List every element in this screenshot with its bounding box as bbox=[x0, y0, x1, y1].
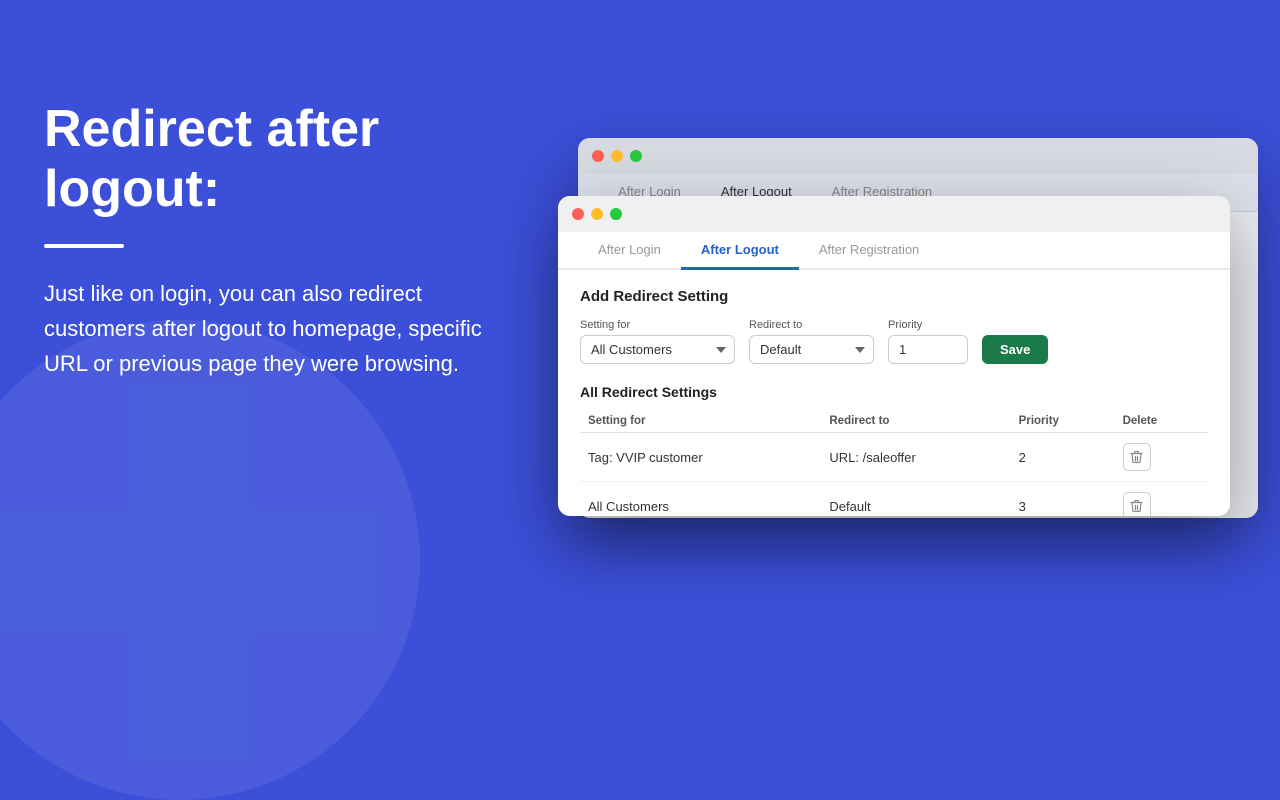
cell-setting-for: All Customers bbox=[580, 482, 821, 517]
redirect-to-select[interactable]: Default Homepage Previous Page Specific … bbox=[749, 335, 874, 364]
col-delete: Delete bbox=[1115, 410, 1208, 433]
redirect-to-group: Redirect to Default Homepage Previous Pa… bbox=[749, 319, 874, 364]
close-dot-back bbox=[592, 150, 604, 162]
table-header: Setting for Redirect to Priority Delete bbox=[580, 410, 1208, 433]
titlebar-back bbox=[578, 138, 1258, 174]
form-row: Setting for All Customers Tag: VVIP cust… bbox=[580, 319, 1208, 364]
titlebar-front bbox=[558, 196, 1230, 232]
cell-delete bbox=[1115, 482, 1208, 517]
divider bbox=[44, 244, 124, 248]
delete-button[interactable] bbox=[1123, 443, 1151, 471]
minimize-dot-back bbox=[611, 150, 623, 162]
add-redirect-title: Add Redirect Setting bbox=[580, 288, 1208, 305]
background-blob bbox=[0, 320, 420, 800]
window-content: Add Redirect Setting Setting for All Cus… bbox=[558, 270, 1230, 516]
cell-priority: 2 bbox=[1011, 433, 1115, 482]
all-settings-title: All Redirect Settings bbox=[580, 384, 1208, 400]
cell-redirect-to: URL: /saleoffer bbox=[821, 433, 1010, 482]
tab-after-login-front[interactable]: After Login bbox=[578, 232, 681, 270]
window-front: After Login After Logout After Registrat… bbox=[558, 196, 1230, 516]
setting-for-group: Setting for All Customers Tag: VVIP cust… bbox=[580, 319, 735, 364]
expand-dot-back bbox=[630, 150, 642, 162]
left-panel: Redirect after logout: Just like on logi… bbox=[44, 100, 484, 381]
description-text: Just like on login, you can also redirec… bbox=[44, 276, 484, 382]
tabs-front: After Login After Logout After Registrat… bbox=[558, 232, 1230, 270]
cell-priority: 3 bbox=[1011, 482, 1115, 517]
priority-label: Priority bbox=[888, 319, 968, 331]
tab-after-registration-front[interactable]: After Registration bbox=[799, 232, 939, 270]
page-title: Redirect after logout: bbox=[44, 100, 484, 220]
minimize-dot-front bbox=[591, 208, 603, 220]
delete-button[interactable] bbox=[1123, 492, 1151, 516]
table-body: Tag: VVIP customer URL: /saleoffer 2 All… bbox=[580, 433, 1208, 517]
col-setting-for: Setting for bbox=[580, 410, 821, 433]
tab-after-logout-front[interactable]: After Logout bbox=[681, 232, 799, 270]
save-button[interactable]: Save bbox=[982, 335, 1048, 364]
redirect-settings-table: Setting for Redirect to Priority Delete … bbox=[580, 410, 1208, 516]
cell-redirect-to: Default bbox=[821, 482, 1010, 517]
setting-for-select[interactable]: All Customers Tag: VVIP customer bbox=[580, 335, 735, 364]
cell-delete bbox=[1115, 433, 1208, 482]
priority-input[interactable] bbox=[888, 335, 968, 364]
table-row: Tag: VVIP customer URL: /saleoffer 2 bbox=[580, 433, 1208, 482]
setting-for-label: Setting for bbox=[580, 319, 735, 331]
col-priority: Priority bbox=[1011, 410, 1115, 433]
close-dot-front bbox=[572, 208, 584, 220]
expand-dot-front bbox=[610, 208, 622, 220]
cell-setting-for: Tag: VVIP customer bbox=[580, 433, 821, 482]
col-redirect-to: Redirect to bbox=[821, 410, 1010, 433]
table-row: All Customers Default 3 bbox=[580, 482, 1208, 517]
redirect-to-label: Redirect to bbox=[749, 319, 874, 331]
priority-group: Priority bbox=[888, 319, 968, 364]
